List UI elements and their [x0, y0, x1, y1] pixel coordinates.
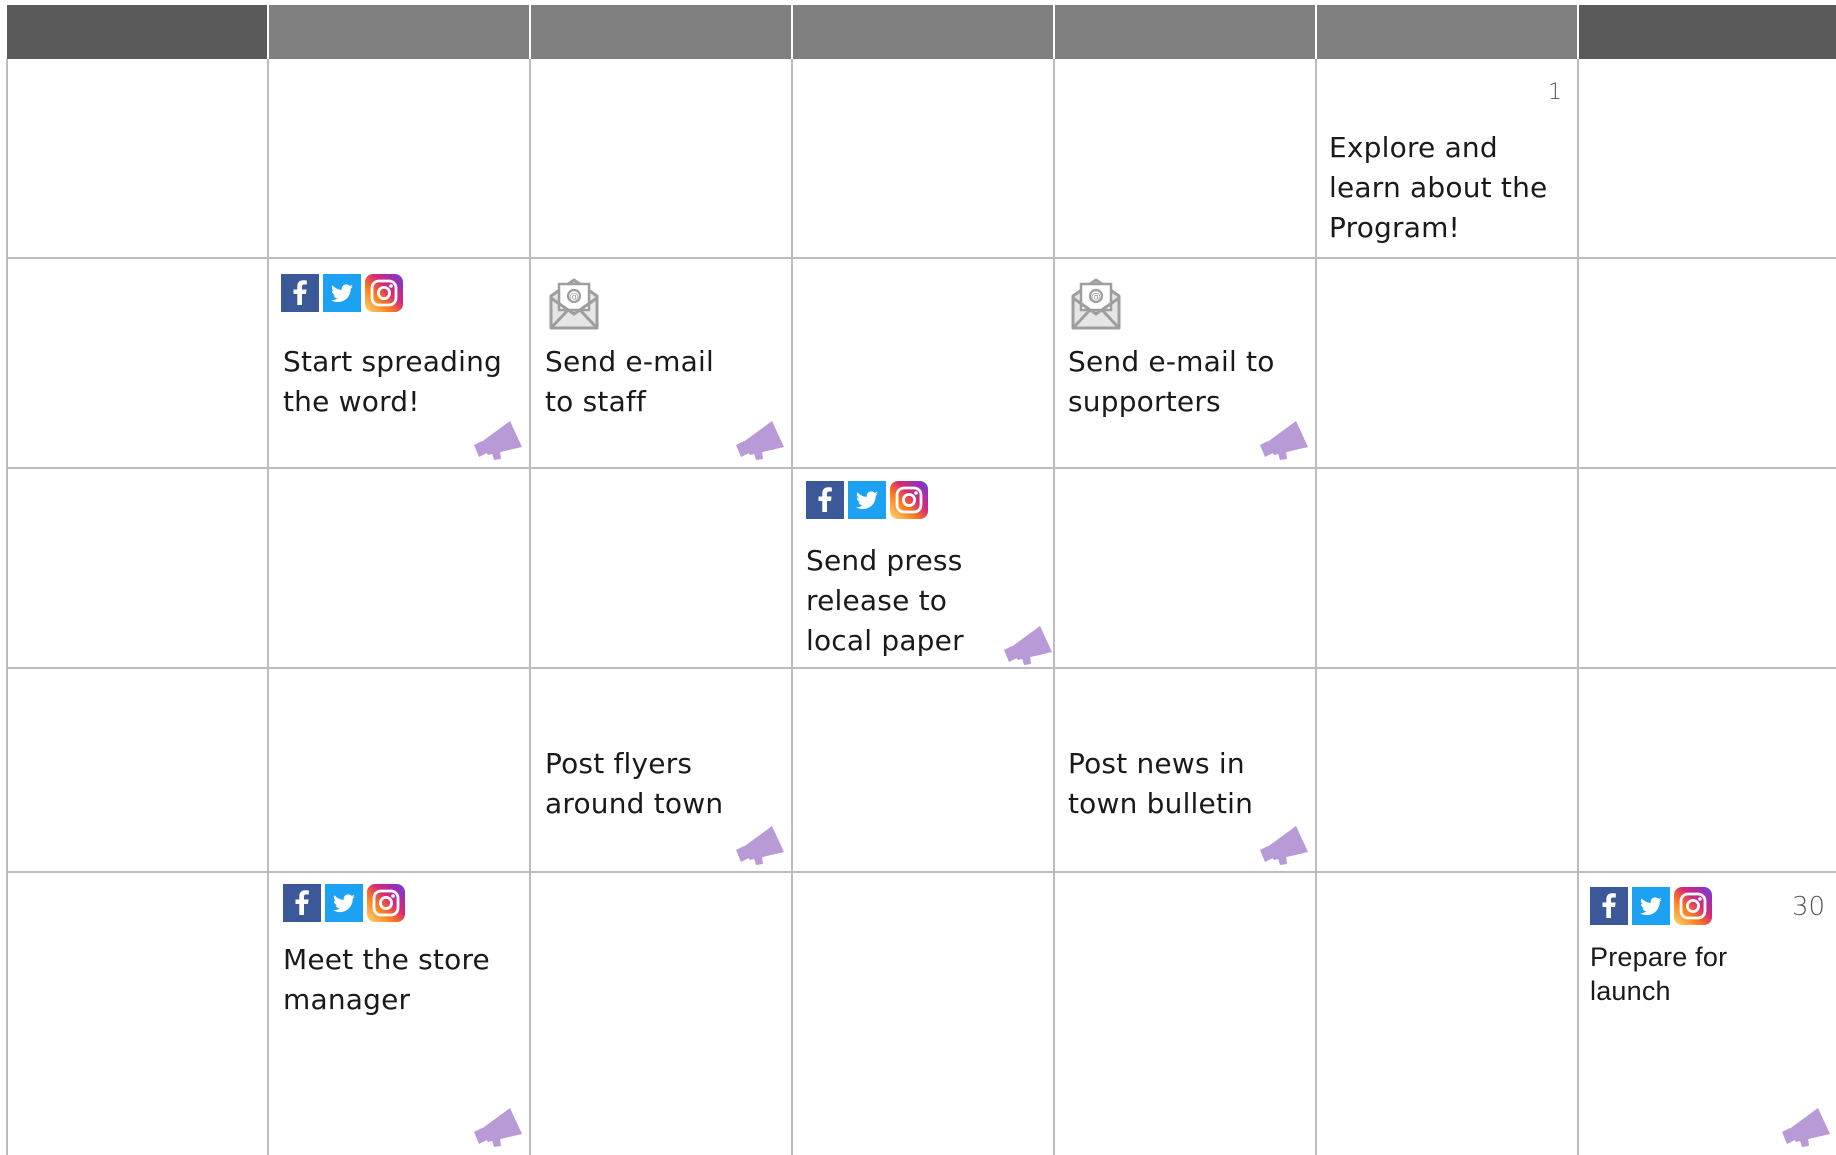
grid-line: [6, 871, 1836, 873]
social-media-icons: [806, 481, 928, 519]
header-cell-4: [793, 5, 1053, 59]
event-flyers-line-1: Post flyers: [545, 747, 693, 780]
grid-line: [1315, 59, 1317, 1155]
svg-text:@: @: [1091, 292, 1101, 303]
social-media-icons: [283, 884, 405, 922]
event-manager-line-1: Meet the store: [283, 943, 490, 976]
header-cell-1: [7, 5, 267, 59]
grid-line: [6, 667, 1836, 669]
megaphone-icon: [736, 421, 784, 460]
header-cell-6: [1317, 5, 1577, 59]
instagram-icon: [1674, 887, 1712, 925]
event-press-line-1: Send press: [806, 544, 963, 577]
event-email-staff-line-1: Send e-mail: [545, 345, 714, 378]
twitter-icon: [848, 481, 886, 519]
megaphone-icon: [1260, 421, 1308, 460]
day-number-1: 1: [1548, 80, 1562, 105]
event-spread-line-1: Start spreading: [283, 345, 503, 378]
grid-line: [6, 257, 1836, 259]
instagram-icon: [365, 274, 403, 312]
event-press-line-3: local paper: [806, 624, 964, 657]
grid-line: [529, 59, 531, 1155]
header-cell-5: [1055, 5, 1315, 59]
megaphone-icon: [736, 826, 784, 865]
megaphone-icon: [1004, 626, 1052, 665]
header-cell-7: [1579, 5, 1836, 59]
grid-line: [267, 59, 269, 1155]
grid-line: [6, 467, 1836, 469]
event-launch-line-2: launch: [1590, 976, 1671, 1006]
facebook-icon: [283, 884, 321, 922]
event-email-staff-line-2: to staff: [545, 385, 647, 418]
social-media-icons: [1590, 887, 1712, 925]
instagram-icon: [367, 884, 405, 922]
event-manager-line-2: manager: [283, 983, 411, 1016]
event-press-line-2: release to: [806, 584, 948, 617]
grid-line: [6, 59, 8, 1155]
megaphone-icon: [1782, 1108, 1830, 1147]
social-media-icons: [281, 274, 403, 312]
day-number-30: 30: [1792, 892, 1826, 922]
event-launch-line-1: Prepare for: [1590, 942, 1728, 972]
event-explore-line-1: Explore and: [1329, 131, 1498, 164]
twitter-icon: [323, 274, 361, 312]
svg-text:@: @: [569, 292, 579, 303]
twitter-icon: [1632, 887, 1670, 925]
megaphone-icon: [474, 421, 522, 460]
megaphone-icon: [474, 1108, 522, 1147]
instagram-icon: [890, 481, 928, 519]
event-bulletin-line-2: town bulletin: [1068, 787, 1254, 820]
email-envelope-icon: @: [549, 278, 599, 330]
twitter-icon: [325, 884, 363, 922]
calendar-grid: 1 Explore and learn about the Program! S…: [0, 0, 1836, 1155]
event-flyers-line-2: around town: [545, 787, 724, 820]
event-email-supporters-line-1: Send e-mail to: [1068, 345, 1275, 378]
event-explore-line-2: learn about the: [1329, 171, 1548, 204]
header-cell-2: [269, 5, 529, 59]
email-envelope-icon: @: [1071, 278, 1121, 330]
grid-line: [1577, 59, 1579, 1155]
header-cell-3: [531, 5, 791, 59]
event-bulletin-line-1: Post news in: [1068, 747, 1245, 780]
facebook-icon: [806, 481, 844, 519]
event-email-supporters-line-2: supporters: [1068, 385, 1221, 418]
megaphone-icon: [1260, 826, 1308, 865]
event-spread-line-2: the word!: [283, 385, 420, 418]
facebook-icon: [281, 274, 319, 312]
event-explore-line-3: Program!: [1329, 211, 1460, 244]
facebook-icon: [1590, 887, 1628, 925]
grid-line: [1053, 59, 1055, 1155]
grid-line: [791, 59, 793, 1155]
